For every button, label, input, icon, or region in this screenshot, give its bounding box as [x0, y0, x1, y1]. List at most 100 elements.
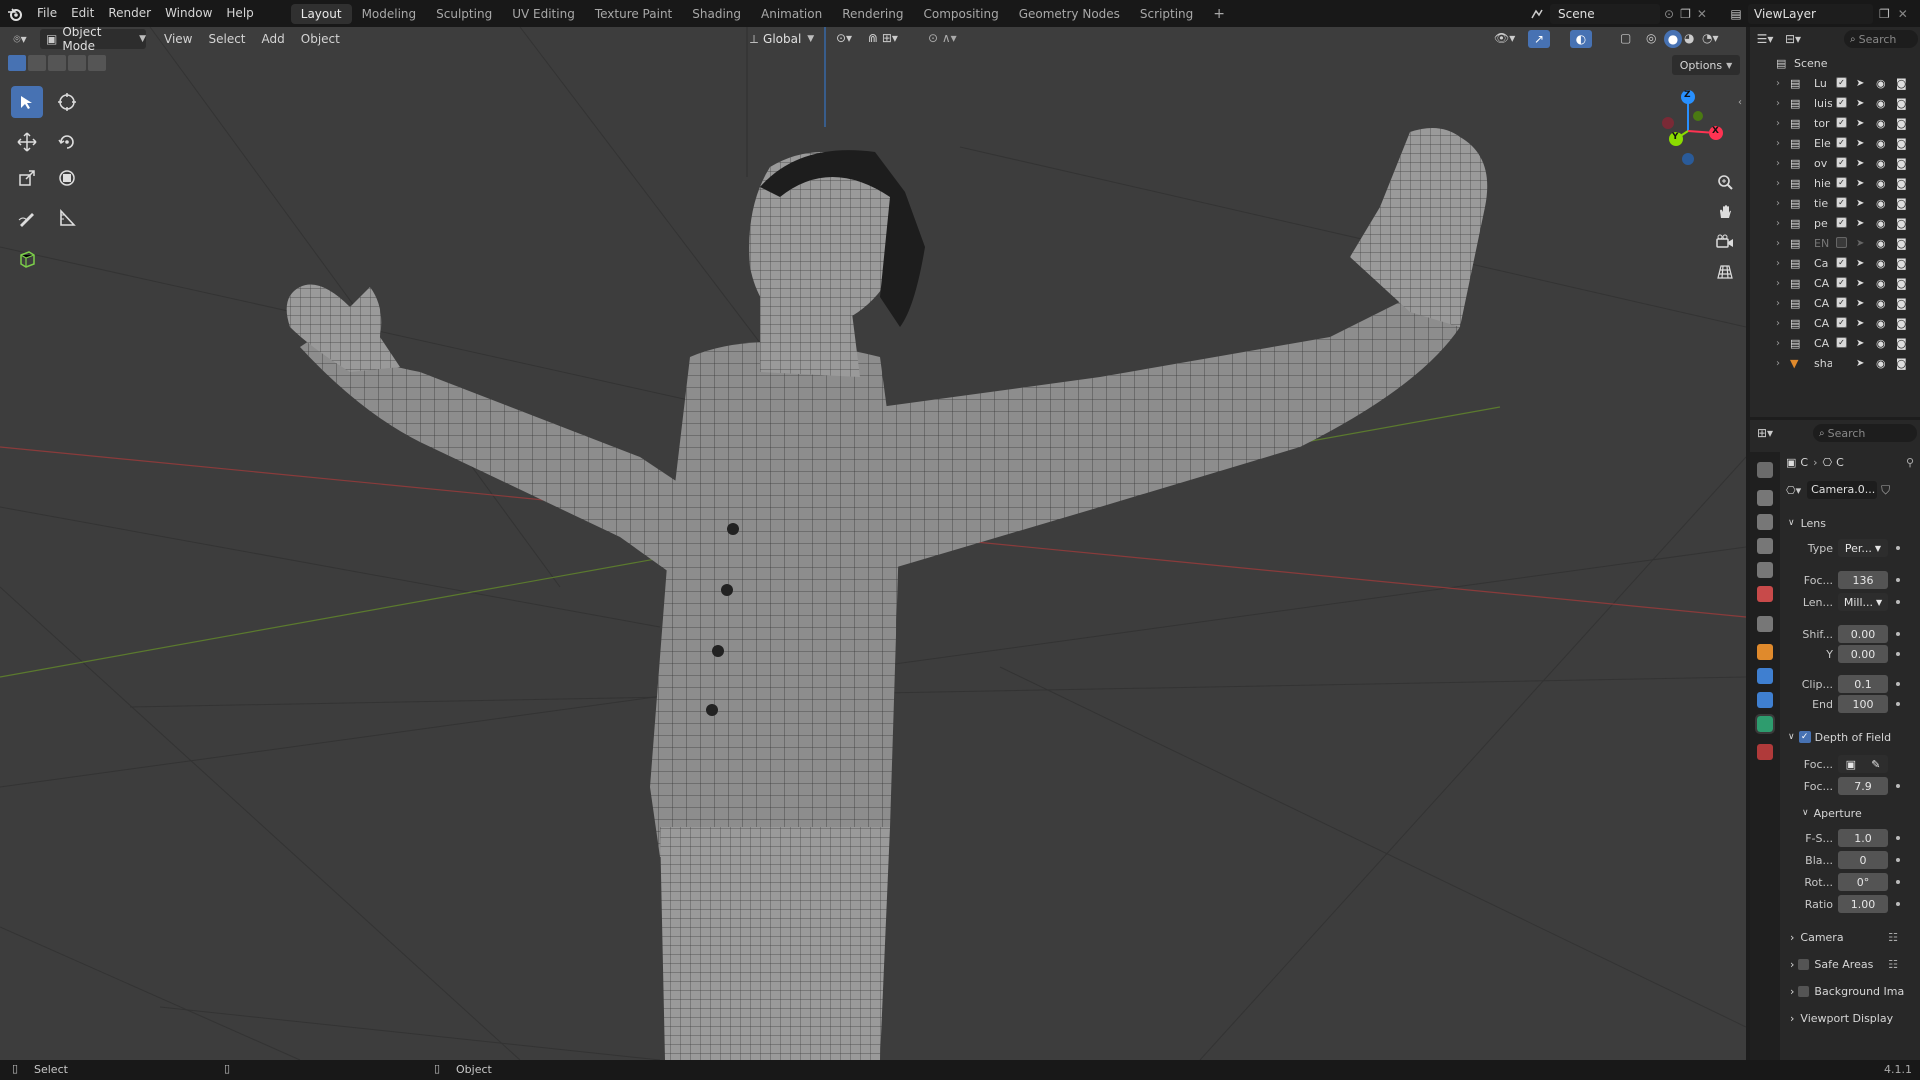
expand-chevron-icon[interactable]: ›	[1776, 338, 1780, 349]
3d-viewport[interactable]: ⌾▾ ▣ Object Mode ▼ View Select Add Objec…	[0, 27, 1746, 1060]
remove-scene-icon[interactable]: ✕	[1697, 7, 1707, 21]
select-extend-icon[interactable]	[28, 55, 46, 71]
outliner-item[interactable]: › ▤ CA ✓ ➤ ◉ ◙	[1750, 313, 1920, 333]
new-scene-icon[interactable]: ❐	[1680, 7, 1691, 21]
cursor-tool[interactable]	[51, 86, 83, 118]
shading-material-icon[interactable]: ◕	[1684, 31, 1694, 45]
select-difference-icon[interactable]	[68, 55, 86, 71]
view-layer-selector[interactable]: ViewLayer	[1748, 3, 1873, 24]
physics-tab-icon[interactable]	[1757, 668, 1773, 684]
render-camera-icon[interactable]: ◙	[1896, 77, 1907, 90]
exclude-checkbox[interactable]: ✓	[1836, 257, 1847, 268]
sidebar-toggle-icon[interactable]: ‹	[1738, 97, 1742, 108]
menu-view[interactable]: View	[156, 32, 200, 46]
keyframe-dot[interactable]	[1896, 902, 1900, 906]
object-tab-icon[interactable]	[1757, 644, 1773, 660]
expand-chevron-icon[interactable]: ›	[1776, 318, 1780, 329]
exclude-checkbox[interactable]: ✓	[1836, 297, 1847, 308]
exclude-checkbox[interactable]: ✓	[1836, 317, 1847, 328]
keyframe-dot[interactable]	[1896, 600, 1900, 604]
annotate-tool[interactable]	[11, 202, 43, 234]
outliner-item[interactable]: › ▤ tor ✓ ➤ ◉ ◙	[1750, 113, 1920, 133]
selectable-arrow-icon[interactable]: ➤	[1856, 138, 1864, 149]
view-layer-icon[interactable]: ▤	[1724, 4, 1748, 24]
transform-orientation-selector[interactable]: ⟂ Global ▼	[750, 29, 828, 49]
exclude-checkbox[interactable]: ✓	[1836, 97, 1847, 108]
exclude-checkbox[interactable]: ✓	[1836, 137, 1847, 148]
safe-areas-panel-header[interactable]: › Safe Areas ☷	[1786, 953, 1916, 975]
eye-icon[interactable]: ◉	[1876, 117, 1886, 130]
exclude-checkbox[interactable]: ✓	[1836, 277, 1847, 288]
clip-end-field[interactable]: 100	[1838, 695, 1888, 713]
selectable-arrow-icon[interactable]: ➤	[1856, 298, 1864, 309]
expand-chevron-icon[interactable]: ›	[1776, 258, 1780, 269]
selectable-arrow-icon[interactable]: ➤	[1856, 318, 1864, 329]
outliner-item[interactable]: › ▤ Ca ✓ ➤ ◉ ◙	[1750, 253, 1920, 273]
camera-datablock-selector[interactable]: ⎔▾ Camera.0... ⛉	[1786, 480, 1916, 500]
visibility-icon[interactable]: 👁▾	[1494, 31, 1515, 45]
tab-animation[interactable]: Animation	[751, 4, 832, 24]
render-camera-icon[interactable]: ◙	[1896, 217, 1907, 230]
zoom-icon[interactable]	[1712, 169, 1738, 195]
view-layer-tab-icon[interactable]	[1757, 538, 1773, 554]
expand-chevron-icon[interactable]: ›	[1776, 158, 1780, 169]
snap-icon[interactable]: ⋒ ⊞▾	[868, 31, 898, 45]
eye-icon[interactable]: ◉	[1876, 77, 1886, 90]
keyframe-dot[interactable]	[1896, 546, 1900, 550]
options-button[interactable]: Options ▼	[1672, 55, 1740, 75]
texture-tab-icon[interactable]	[1757, 744, 1773, 760]
render-camera-icon[interactable]: ◙	[1896, 317, 1907, 330]
exclude-checkbox[interactable]: ✓	[1836, 77, 1847, 88]
shading-wireframe-icon[interactable]: ◎	[1646, 31, 1656, 45]
xray-icon[interactable]: ▢	[1620, 31, 1631, 45]
render-camera-icon[interactable]: ◙	[1896, 97, 1907, 110]
navigation-gizmo[interactable]: Z X Y	[1648, 83, 1738, 183]
exclude-checkbox[interactable]: ✓	[1836, 177, 1847, 188]
outliner-item[interactable]: › ▤ pe ✓ ➤ ◉ ◙	[1750, 213, 1920, 233]
exclude-checkbox[interactable]: ✓	[1836, 337, 1847, 348]
scene-selector[interactable]: Scene	[1550, 3, 1660, 24]
rotate-tool[interactable]	[51, 126, 83, 158]
render-camera-icon[interactable]: ◙	[1896, 137, 1907, 150]
render-camera-icon[interactable]: ◙	[1896, 197, 1907, 210]
perspective-toggle-icon[interactable]	[1712, 259, 1738, 285]
tab-rendering[interactable]: Rendering	[832, 4, 913, 24]
expand-chevron-icon[interactable]: ›	[1776, 298, 1780, 309]
proportional-edit-icon[interactable]: ⊙ ∧▾	[928, 31, 957, 45]
keyframe-dot[interactable]	[1896, 702, 1900, 706]
overlays-icon[interactable]: ◐	[1570, 30, 1592, 48]
render-camera-icon[interactable]: ◙	[1896, 237, 1907, 250]
selectable-arrow-icon[interactable]: ➤	[1856, 258, 1864, 269]
expand-chevron-icon[interactable]: ›	[1776, 98, 1780, 109]
move-tool[interactable]	[11, 126, 43, 158]
eye-icon[interactable]: ◉	[1876, 97, 1886, 110]
keyframe-dot[interactable]	[1896, 652, 1900, 656]
pan-hand-icon[interactable]	[1712, 199, 1738, 225]
menu-file[interactable]: File	[30, 0, 64, 27]
outliner-filter-icon[interactable]: ⊟▾	[1780, 32, 1806, 46]
render-tab-icon[interactable]	[1757, 490, 1773, 506]
keyframe-dot[interactable]	[1896, 880, 1900, 884]
outliner-item[interactable]: › ▤ tie ✓ ➤ ◉ ◙	[1750, 193, 1920, 213]
tab-uv-editing[interactable]: UV Editing	[502, 4, 585, 24]
selectable-arrow-icon[interactable]: ➤	[1856, 98, 1864, 109]
menu-help[interactable]: Help	[219, 0, 260, 27]
scale-tool[interactable]	[11, 162, 43, 194]
outliner-item[interactable]: › ▤ ov ✓ ➤ ◉ ◙	[1750, 153, 1920, 173]
tab-sculpting[interactable]: Sculpting	[426, 4, 502, 24]
render-camera-icon[interactable]: ◙	[1896, 157, 1907, 170]
scene-icon[interactable]	[1524, 4, 1550, 24]
remove-view-layer-icon[interactable]: ✕	[1898, 7, 1908, 21]
render-camera-icon[interactable]: ◙	[1896, 357, 1907, 370]
expand-chevron-icon[interactable]: ›	[1776, 198, 1780, 209]
collection-tab-icon[interactable]	[1757, 616, 1773, 632]
lens-panel-header[interactable]: ∨ Lens	[1786, 512, 1916, 534]
add-workspace-button[interactable]: +	[1203, 4, 1235, 24]
selectable-arrow-icon[interactable]: ➤	[1856, 178, 1864, 189]
eye-icon[interactable]: ◉	[1876, 337, 1886, 350]
keyframe-dot[interactable]	[1896, 682, 1900, 686]
selectable-arrow-icon[interactable]: ➤	[1856, 358, 1864, 369]
outliner-item[interactable]: › ▤ CA ✓ ➤ ◉ ◙	[1750, 293, 1920, 313]
outliner-item[interactable]: › ▤ Lu ✓ ➤ ◉ ◙	[1750, 73, 1920, 93]
keyframe-dot[interactable]	[1896, 784, 1900, 788]
